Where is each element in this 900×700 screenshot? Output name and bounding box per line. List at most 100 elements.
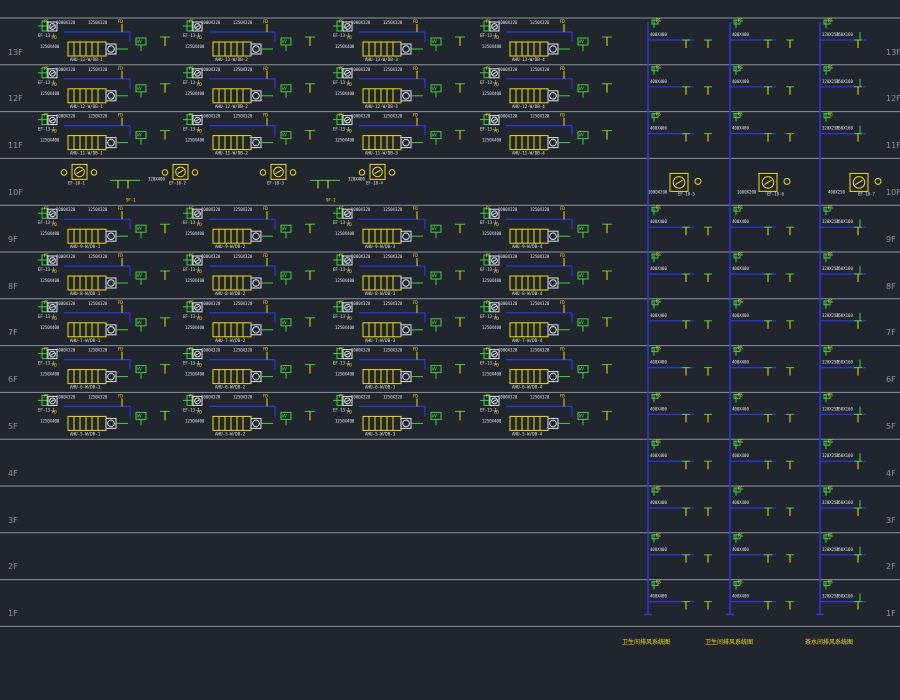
ventilation-system-diagram: FS 1000X320 1250X320EF-13-1FDAHU-13-W/DB-1… bbox=[0, 17, 900, 627]
damper-symbol: FD bbox=[494, 409, 499, 414]
roof-fan-silencer bbox=[694, 177, 702, 185]
small-fan-blade bbox=[345, 212, 350, 216]
riser-fs-symbol: FS bbox=[828, 392, 833, 397]
ahu-fan-wheel bbox=[107, 326, 115, 334]
valve-symbol: WV bbox=[137, 86, 142, 91]
duct-size-label: 1250X320 bbox=[233, 207, 253, 212]
small-fan-blade bbox=[492, 399, 497, 403]
ahu-tag: AHU-9-W/DB-2 bbox=[215, 244, 246, 249]
ahu-fan-wheel bbox=[252, 92, 260, 100]
riser-fs-symbol: FS bbox=[828, 252, 833, 257]
riser-size: 400X400 bbox=[732, 453, 749, 458]
duct-size-label: 1250X320 bbox=[530, 67, 550, 72]
ahu-tag: AHU-12-W/DB-4 bbox=[512, 104, 545, 109]
duct-size-label: 1000X320 bbox=[351, 348, 371, 353]
duct-size-label: 1000X320 bbox=[56, 254, 76, 259]
ahu-tag: AHU-9-W/DB-4 bbox=[512, 244, 543, 249]
ahu-fan-wheel bbox=[402, 279, 410, 287]
valve-symbol: WV bbox=[432, 273, 437, 278]
ahu-tag: AHU-13-W/DB-1 bbox=[70, 57, 103, 62]
ahu-fan-wheel bbox=[107, 279, 115, 287]
ahu-tag: AHU-12-W/DB-2 bbox=[215, 104, 248, 109]
size-note: 1250X400 bbox=[40, 138, 60, 143]
size-note: 1250X400 bbox=[40, 418, 60, 423]
riser-fs-symbol: FS bbox=[828, 18, 833, 23]
small-fan-blade bbox=[50, 258, 55, 263]
size-note: 1250X400 bbox=[185, 278, 205, 283]
damper-symbol: FD bbox=[52, 316, 57, 321]
duct-size-label: 1000X320 bbox=[498, 114, 518, 119]
valve-symbol: WV bbox=[579, 226, 584, 231]
riser-fs-symbol: FS bbox=[656, 346, 661, 351]
damper-symbol: FD bbox=[263, 113, 268, 118]
duct-size-label: 1000X320 bbox=[351, 114, 371, 119]
floor-label-right: 1F bbox=[886, 609, 896, 619]
fan-silencer bbox=[289, 169, 297, 176]
duct-size-label: 1000X320 bbox=[201, 114, 221, 119]
duct-size-label: 1250X320 bbox=[88, 348, 108, 353]
ahu-tag: AHU-8-W/DB-1 bbox=[70, 291, 101, 296]
duct-size-label: 1250X320 bbox=[233, 254, 253, 259]
floor-label-left: 6F bbox=[8, 375, 18, 385]
duct-size-label: 1000X320 bbox=[201, 301, 221, 306]
damper-symbol: FD bbox=[118, 300, 123, 305]
roof-exhaust-fan bbox=[758, 172, 778, 192]
exhaust-fan-tag: EF-10-3 bbox=[267, 180, 284, 185]
valve-symbol: WV bbox=[579, 39, 584, 44]
riser-fs-symbol: FS bbox=[656, 65, 661, 70]
size-note: 1250X400 bbox=[335, 138, 355, 143]
valve-symbol: WV bbox=[432, 133, 437, 138]
branch-size: 250X160 bbox=[836, 313, 853, 318]
duct-size-label: 1250X320 bbox=[88, 394, 108, 399]
ahu-tag: AHU-9-W/DB-3 bbox=[365, 244, 396, 249]
exhaust-fan bbox=[270, 163, 287, 180]
small-fan-blade bbox=[195, 24, 200, 29]
riser-fs-symbol: FS bbox=[828, 486, 833, 491]
size-note: 1250X400 bbox=[335, 418, 355, 423]
ahu-fan-wheel bbox=[549, 372, 557, 381]
floor-label-right: 7F bbox=[886, 328, 896, 338]
riser-fs-symbol: FS bbox=[828, 580, 833, 585]
legend-right: 茶水间排风系统图 bbox=[805, 639, 854, 646]
ahu-fan-wheel bbox=[402, 419, 410, 428]
ahu-tag: AHU-6-W/DB-3 bbox=[365, 385, 396, 390]
ahu-fan-wheel bbox=[549, 232, 557, 240]
ahu-fan-wheel bbox=[402, 45, 410, 53]
legend-left: 卫生间排风系统图 bbox=[622, 639, 671, 646]
ahu-tag: AHU-7-W/DB-3 bbox=[365, 338, 396, 343]
diagram-canvas: FS 1000X320 1250X320 EF-13-1 FD AHU-13-W/DB-1… bbox=[0, 0, 900, 700]
small-fan-blade bbox=[195, 71, 200, 75]
branch-size: 250X160 bbox=[836, 360, 853, 365]
damper-symbol: FD bbox=[413, 253, 418, 258]
ahu-tag: AHU-13-W/DB-2 bbox=[215, 57, 248, 62]
ahu-tag: AHU-7-W/DB-4 bbox=[512, 338, 543, 343]
damper-symbol: FD bbox=[197, 269, 202, 274]
duct-size-label: 1000X320 bbox=[498, 207, 518, 212]
damper-symbol: FD bbox=[52, 222, 57, 227]
roof-fan-size: 400X250 bbox=[828, 189, 845, 194]
ahu-fan-wheel bbox=[252, 232, 260, 240]
size-note: 1250X400 bbox=[482, 91, 502, 96]
duct-size-label: 1000X320 bbox=[351, 20, 371, 25]
damper-symbol: FD bbox=[263, 393, 268, 398]
ahu-tag: AHU-11-W/DB-4 bbox=[512, 151, 545, 156]
riser-size: 400X400 bbox=[650, 32, 667, 37]
duct-size-label: 1000X320 bbox=[56, 20, 76, 25]
riser-size: 400X400 bbox=[650, 219, 667, 224]
riser-size: 400X400 bbox=[650, 313, 667, 318]
ahu-fan-wheel bbox=[549, 138, 557, 147]
damper-symbol: FD bbox=[413, 19, 418, 24]
roof-fan-tag: EF-10-7 bbox=[858, 191, 875, 196]
damper-symbol: FD bbox=[52, 129, 57, 134]
damper-symbol: FD bbox=[52, 82, 57, 87]
ahu-tag: AHU-8-W/DB-4 bbox=[512, 291, 543, 296]
size-note: 1250X400 bbox=[335, 278, 355, 283]
size-note: 1250X400 bbox=[335, 231, 355, 236]
exhaust-fan bbox=[369, 163, 386, 180]
duct-size-label: 1000X320 bbox=[498, 20, 518, 25]
valve-symbol: WV bbox=[432, 413, 437, 418]
ahu-tag: AHU-5-W/DB-1 bbox=[70, 431, 101, 436]
small-fan-blade bbox=[195, 399, 200, 403]
floor-label-left: 1F bbox=[8, 609, 18, 619]
riser-size: 400X400 bbox=[650, 79, 667, 84]
